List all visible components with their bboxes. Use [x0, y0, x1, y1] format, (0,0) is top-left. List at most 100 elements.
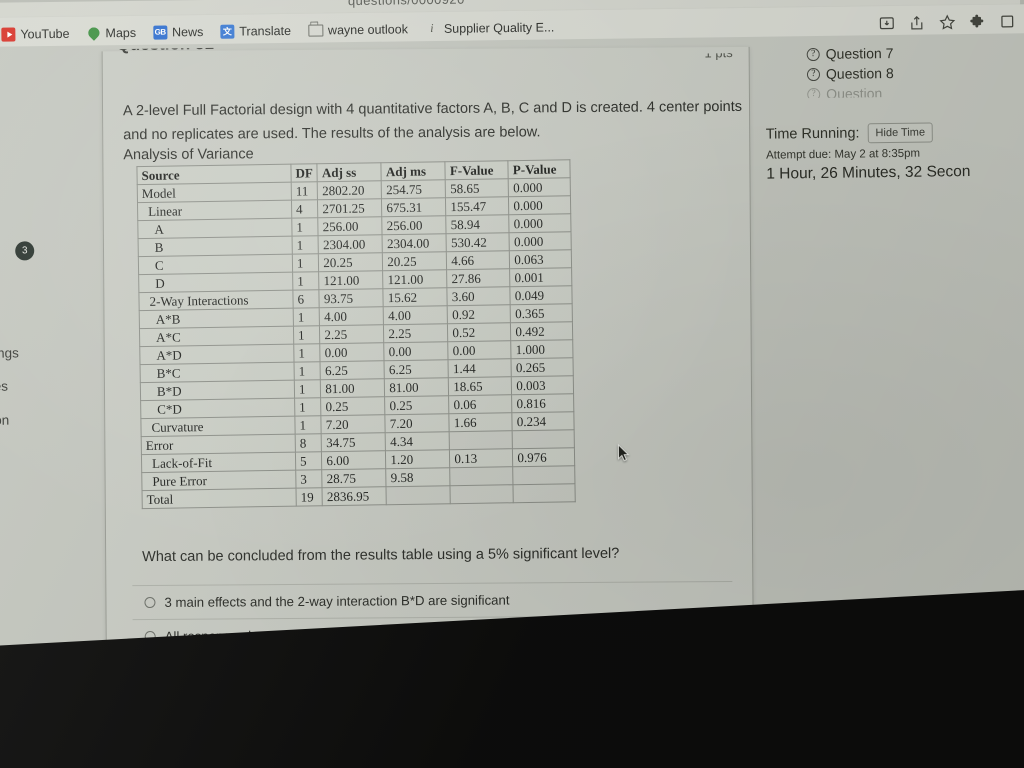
bookmark-translate[interactable]: 文 Translate — [213, 20, 298, 41]
table-cell: 0.00 — [320, 342, 385, 362]
column-header-p-value: P-Value — [508, 159, 571, 179]
bookmark-label: YouTube — [20, 26, 70, 41]
table-cell: 11 — [291, 181, 318, 201]
table-cell: 2304.00 — [318, 234, 383, 254]
table-cell: 0.06 — [448, 394, 513, 414]
folder-icon — [307, 23, 324, 37]
table-cell: 1 — [294, 379, 321, 399]
table-cell: 5 — [295, 451, 323, 471]
table-cell — [513, 465, 576, 485]
table-cell: 0.001 — [509, 267, 573, 287]
table-cell: 58.94 — [446, 214, 510, 234]
table-cell: 0.92 — [447, 304, 511, 324]
table-cell: 0.000 — [508, 195, 572, 215]
table-cell: 2.25 — [319, 324, 385, 344]
table-cell: A*D — [139, 344, 295, 365]
bookmark-supplier-quality[interactable]: i Supplier Quality E... — [418, 17, 562, 39]
install-icon[interactable] — [877, 13, 896, 32]
table-cell: 155.47 — [445, 196, 510, 216]
table-cell: 2701.25 — [317, 198, 383, 218]
hide-time-button[interactable]: Hide Time — [867, 122, 934, 144]
sidebar-item-question-8[interactable]: ? Question 8 — [751, 63, 1021, 83]
translate-icon: 文 — [220, 24, 235, 39]
radio-button[interactable] — [144, 596, 156, 609]
sidebar-item-label: Question 7 — [825, 44, 894, 62]
url-text: questions/0000920 — [348, 0, 465, 8]
bookmark-news[interactable]: GB News — [146, 21, 211, 42]
table-cell: 93.75 — [319, 288, 384, 308]
table-cell: 18.65 — [448, 376, 512, 396]
answer-option-label: 3 main effects and the 2-way interaction… — [164, 592, 510, 610]
table-cell: 256.00 — [318, 216, 383, 236]
star-icon[interactable] — [937, 13, 956, 32]
table-cell: 7.20 — [385, 413, 450, 433]
sidebar-panel-icon[interactable] — [997, 12, 1016, 31]
table-cell: 0.25 — [320, 396, 386, 416]
table-cell: B — [138, 236, 293, 257]
time-running-label: Time Running: — [765, 125, 860, 143]
table-cell: 28.75 — [322, 468, 387, 488]
column-header-df: DF — [290, 163, 318, 183]
mouse-cursor — [617, 443, 630, 468]
table-cell — [450, 466, 514, 486]
share-icon[interactable] — [907, 13, 926, 32]
table-cell: 0.049 — [510, 285, 573, 305]
nav-item-fragment[interactable]: ces — [0, 379, 8, 394]
bookmark-maps[interactable]: Maps — [79, 22, 143, 43]
sidebar-item-question-7[interactable]: ? Question 7 — [751, 43, 1021, 63]
table-cell: 1.66 — [449, 412, 513, 432]
question-prompt: A 2-level Full Factorial design with 4 q… — [122, 98, 743, 144]
table-cell: 256.00 — [382, 215, 447, 235]
table-cell: 0.976 — [512, 447, 576, 467]
table-cell: Pure Error — [141, 470, 296, 491]
table-cell: B*C — [140, 362, 295, 383]
table-cell: 0.000 — [509, 231, 572, 251]
table-cell: 3 — [295, 469, 323, 489]
sidebar-item-partially-hidden[interactable]: ? Question — [751, 83, 1021, 99]
bookmark-wayne-outlook[interactable]: wayne outlook — [301, 19, 415, 40]
youtube-icon — [1, 26, 16, 42]
table-cell: 121.00 — [382, 269, 448, 289]
bookmark-label: Supplier Quality E... — [443, 19, 555, 36]
column-header-adj-ms: Adj ms — [381, 161, 446, 181]
table-cell: 0.492 — [510, 321, 574, 341]
nav-item-fragment[interactable]: tion — [0, 413, 9, 428]
table-cell: 1 — [292, 271, 320, 291]
question-mark-icon: ? — [806, 47, 820, 61]
extensions-puzzle-icon[interactable] — [967, 12, 986, 31]
table-cell: Total — [142, 488, 297, 509]
bookmark-label: wayne outlook — [327, 21, 408, 37]
bookmark-label: News — [171, 24, 204, 39]
table-cell: 1 — [293, 343, 321, 363]
sub-question-text: What can be concluded from the results t… — [142, 545, 620, 566]
table-cell: 1.000 — [511, 339, 574, 359]
table-cell — [386, 485, 451, 505]
bookmark-label: Maps — [105, 25, 137, 40]
table-cell: 4 — [291, 199, 319, 219]
anova-table: Source DF Adj ss Adj ms F-Value P-Value … — [136, 159, 577, 510]
question-mark-icon: ? — [806, 67, 821, 81]
table-cell: A — [137, 218, 293, 239]
sidebar-item-label: Question 8 — [825, 64, 894, 82]
photographed-screen: questions/0000920 YouTube Maps GB News 文… — [0, 0, 1024, 768]
table-cell: 81.00 — [320, 378, 385, 398]
nav-item-fragment[interactable]: dings — [0, 345, 19, 360]
table-cell: 19 — [295, 487, 323, 507]
table-cell: 0.063 — [509, 249, 572, 269]
table-cell: 2.25 — [383, 323, 449, 343]
table-cell: 20.25 — [318, 252, 383, 272]
table-cell: 0.816 — [511, 393, 575, 413]
table-cell — [449, 430, 513, 450]
time-remaining-text: 1 Hour, 26 Minutes, 32 Secon — [766, 162, 971, 183]
bookmark-youtube[interactable]: YouTube — [0, 23, 77, 44]
table-cell: 6.25 — [320, 360, 385, 380]
table-cell: 58.65 — [445, 178, 509, 198]
table-cell: 675.31 — [381, 197, 447, 217]
table-cell: 4.00 — [319, 306, 384, 326]
table-cell: 1 — [293, 325, 321, 345]
table-cell: 0.265 — [511, 357, 574, 377]
table-cell: 0.00 — [384, 341, 449, 361]
timer-block: Time Running: Hide Time Attempt due: May… — [752, 121, 1023, 184]
anova-table-body: Model 11 2802.20 254.75 58.65 0.000 Linear 4 270… — [137, 177, 576, 509]
table-cell: 3.60 — [447, 286, 511, 306]
